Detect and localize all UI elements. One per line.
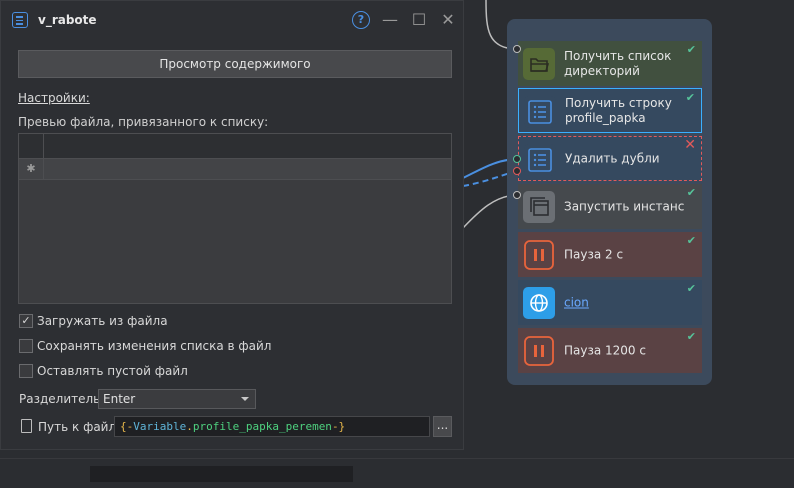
grid-corner[interactable]	[19, 134, 44, 159]
horizontal-scrollbar[interactable]	[90, 466, 353, 482]
pause-icon	[523, 239, 555, 271]
separator-label: Разделитель:	[19, 392, 105, 406]
success-check-icon: ✔	[685, 91, 695, 104]
preview-content-button[interactable]: Просмотр содержимого	[18, 50, 452, 78]
file-path-input[interactable]: {-Variable.profile_papka_peremen-}	[114, 416, 430, 437]
file-preview-label: Превью файла, привязанного к списку:	[18, 115, 269, 129]
keep-empty-file-label: Оставлять пустой файл	[37, 364, 188, 378]
grid-new-row[interactable]: ✱	[19, 159, 451, 180]
chevron-down-icon	[241, 397, 249, 401]
macro-open: {-	[120, 420, 134, 433]
success-check-icon: ✔	[686, 330, 696, 343]
settings-link[interactable]: Настройки:	[18, 91, 90, 105]
save-changes-label: Сохранять изменения списка в файл	[37, 339, 272, 353]
keep-empty-file-checkbox[interactable]	[19, 364, 33, 378]
separator-value: Enter	[103, 392, 136, 406]
input-port[interactable]	[513, 45, 521, 53]
input-port[interactable]	[513, 191, 521, 199]
node-cion[interactable]: cion ✔	[518, 280, 702, 325]
minimize-button[interactable]: —	[381, 11, 399, 29]
node-remove-duplicates[interactable]: Удалить дубли ✕	[518, 136, 702, 181]
window-stack-icon	[523, 191, 555, 223]
list-icon	[524, 96, 556, 128]
list-settings-dialog: v_rabote ? — ☐ ✕ Просмотр содержимого На…	[0, 0, 464, 450]
close-button[interactable]: ✕	[439, 11, 457, 29]
node-launch-instance[interactable]: Запустить инстанс ✔	[518, 184, 702, 229]
file-preview-grid[interactable]: ✱	[18, 133, 452, 304]
node-title-link[interactable]: cion	[564, 295, 589, 309]
node-title-line1: Запустить инстанс	[564, 199, 685, 213]
macro-dot: .	[186, 420, 193, 433]
macro-close: -}	[331, 420, 346, 433]
load-from-file-label: Загружать из файла	[37, 314, 168, 328]
globe-icon	[523, 287, 555, 319]
success-check-icon: ✔	[686, 282, 696, 295]
node-title-line1: Пауза 1200 с	[564, 343, 646, 357]
node-title-line1: Получить список	[564, 48, 672, 63]
dialog-titlebar[interactable]: v_rabote ? — ☐ ✕	[1, 1, 465, 39]
node-title-line1: Удалить дубли	[565, 151, 660, 165]
file-icon	[21, 419, 32, 433]
node-title-line1: Получить строку	[565, 95, 672, 110]
node-title-line1: Пауза 2 с	[564, 247, 624, 261]
node-title-line2: директорий	[564, 63, 640, 78]
help-icon[interactable]: ?	[352, 11, 370, 29]
node-get-line-profile-papka[interactable]: Получить строку profile_papka ✔	[518, 88, 702, 133]
success-check-icon: ✔	[686, 234, 696, 247]
grid-header	[19, 134, 451, 159]
node-get-directory-list[interactable]: Получить список директорий ✔	[518, 41, 702, 86]
macro-scope: Variable	[133, 420, 187, 433]
separator-select[interactable]: Enter	[98, 389, 256, 409]
macro-name: profile_papka_peremen	[192, 420, 332, 433]
folder-icon	[523, 48, 555, 80]
browse-file-button[interactable]: ...	[433, 416, 452, 437]
success-check-icon: ✔	[686, 186, 696, 199]
node-title-line2: profile_papka	[565, 110, 646, 125]
maximize-button[interactable]: ☐	[410, 11, 428, 29]
file-path-label: Путь к файлу	[38, 420, 124, 434]
list-icon	[524, 144, 556, 176]
pause-icon	[523, 335, 555, 367]
new-row-icon: ✱	[19, 159, 44, 179]
list-icon	[12, 12, 28, 28]
success-port[interactable]	[513, 155, 521, 163]
load-from-file-checkbox[interactable]: ✓	[19, 314, 33, 328]
success-check-icon: ✔	[686, 43, 696, 56]
save-changes-checkbox[interactable]	[19, 339, 33, 353]
error-port[interactable]	[513, 167, 521, 175]
node-pause-2s[interactable]: Пауза 2 с ✔	[518, 232, 702, 277]
dialog-title: v_rabote	[38, 13, 97, 27]
error-x-icon: ✕	[684, 137, 696, 153]
node-pause-1200s[interactable]: Пауза 1200 с ✔	[518, 328, 702, 373]
